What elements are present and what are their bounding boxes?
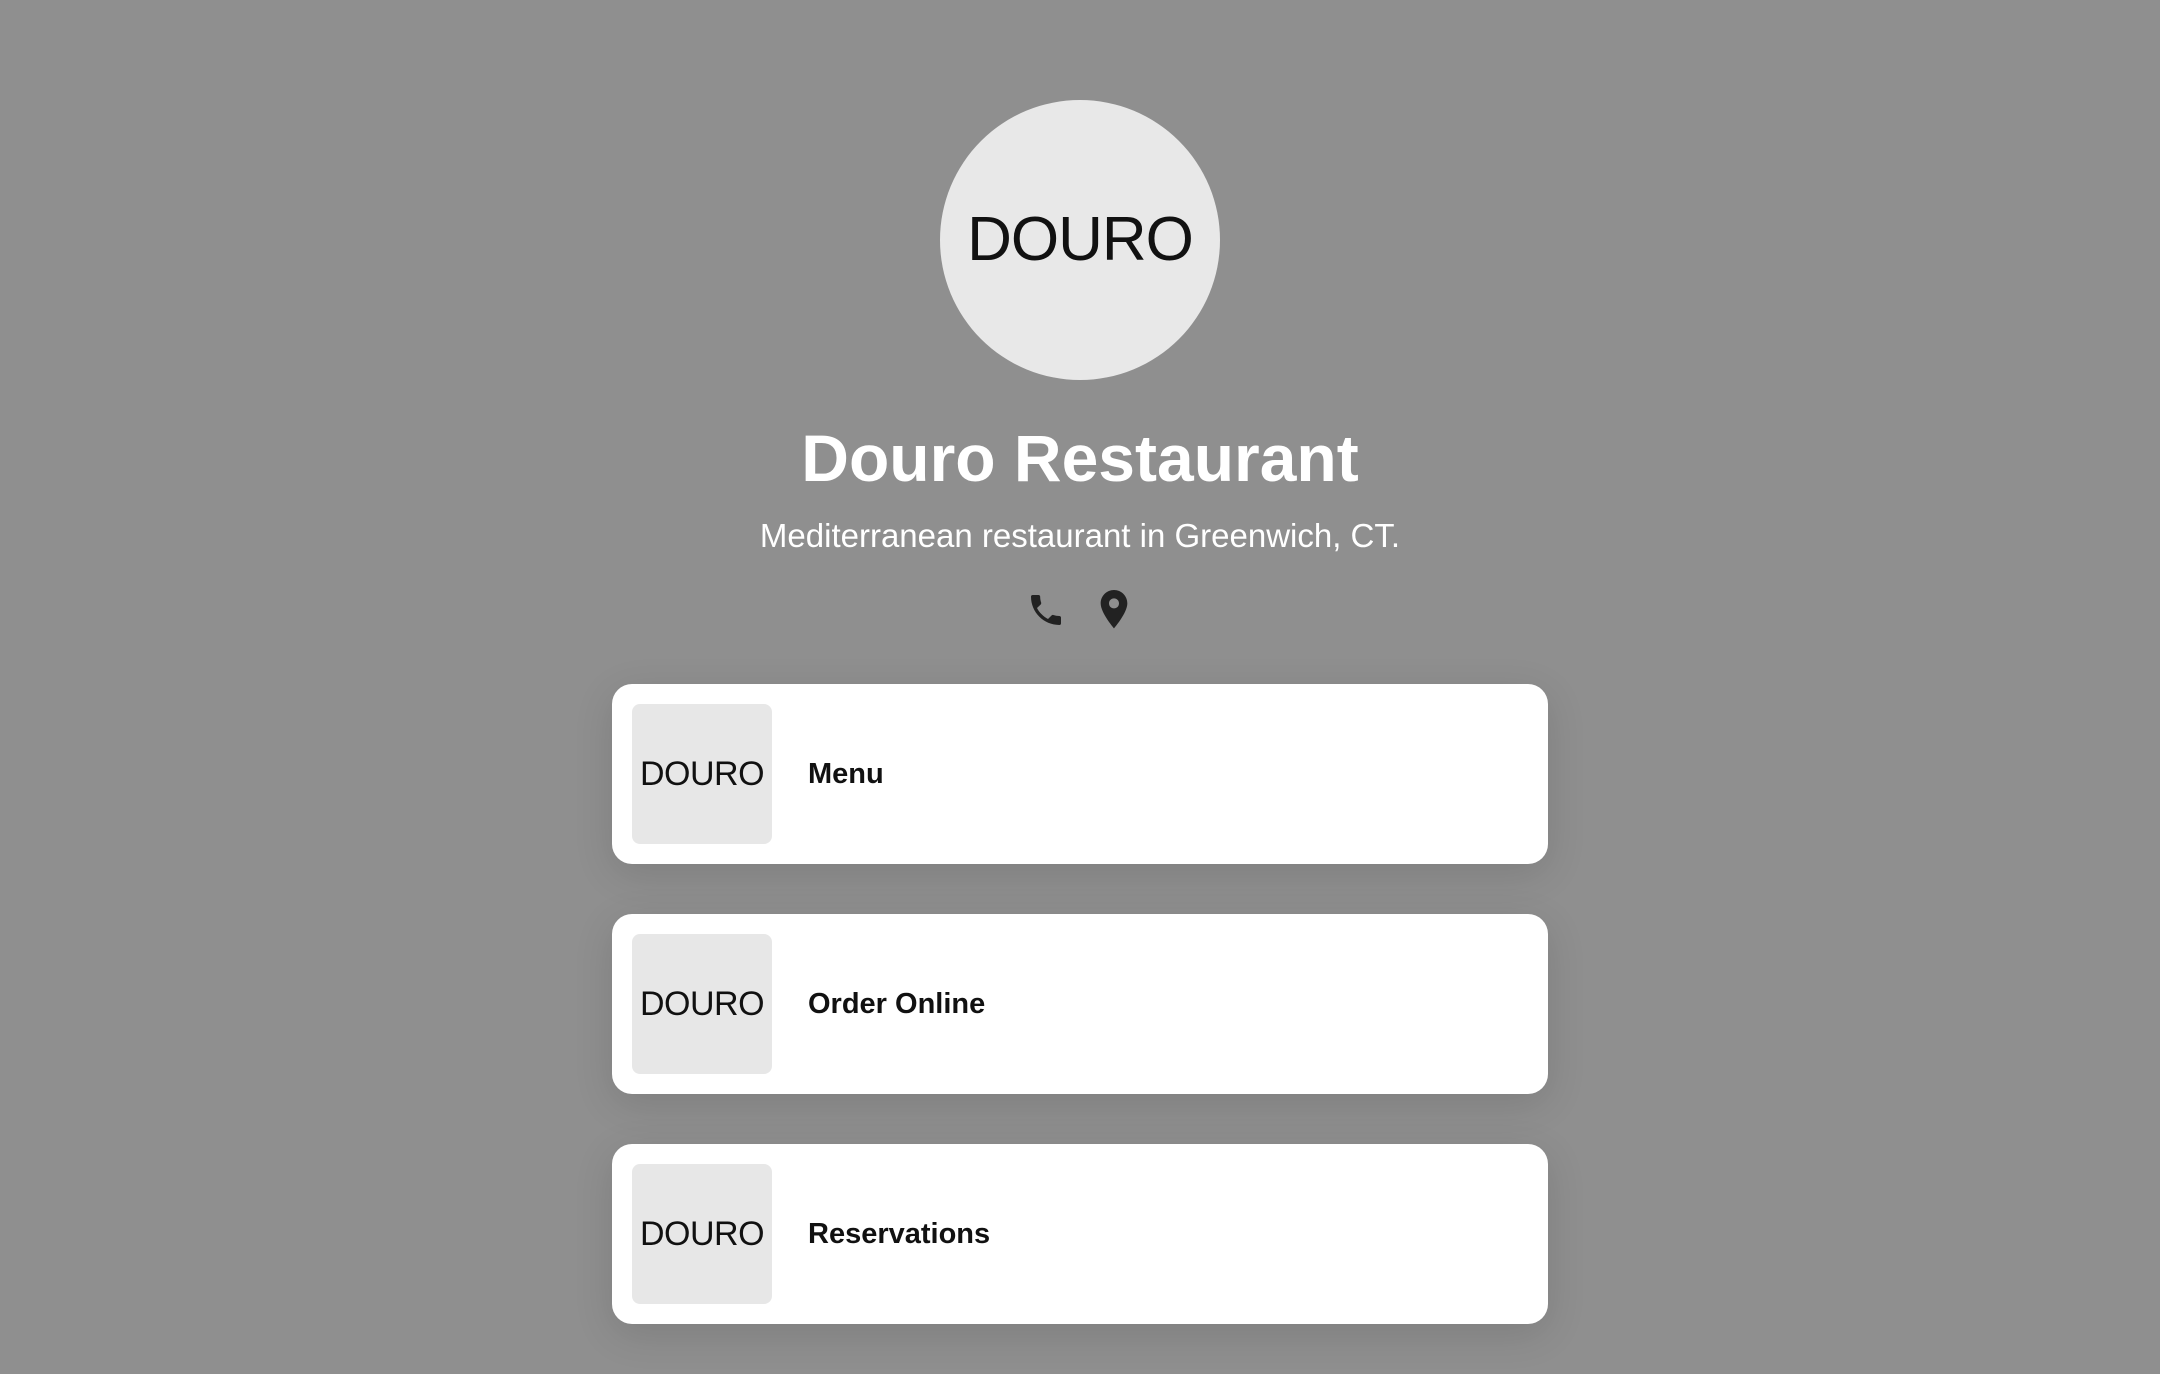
link-thumbnail: DOURO <box>632 1164 772 1304</box>
avatar: DOURO <box>940 100 1220 380</box>
link-label: Menu <box>808 758 884 790</box>
page-title: Douro Restaurant <box>801 421 1359 495</box>
link-label: Reservations <box>808 1218 991 1250</box>
avatar-logo: DOURO <box>967 205 1194 274</box>
link-reservations[interactable]: DOURO Reservations <box>612 1144 1548 1324</box>
thumbnail-logo: DOURO <box>639 1215 765 1253</box>
link-menu[interactable]: DOURO Menu <box>612 684 1548 864</box>
phone-icon[interactable] <box>1026 588 1066 632</box>
page-subtitle: Mediterranean restaurant in Greenwich, C… <box>759 517 1401 554</box>
link-thumbnail: DOURO <box>632 934 772 1074</box>
thumbnail-logo: DOURO <box>639 755 765 793</box>
link-list: DOURO Menu DOURO Order Online DOURO Rese… <box>612 684 1548 1374</box>
location-pin-icon[interactable] <box>1094 588 1134 632</box>
social-icons <box>1026 588 1134 632</box>
link-order-online[interactable]: DOURO Order Online <box>612 914 1548 1094</box>
link-label: Order Online <box>808 988 986 1020</box>
thumbnail-logo: DOURO <box>639 985 765 1023</box>
link-thumbnail: DOURO <box>632 704 772 844</box>
